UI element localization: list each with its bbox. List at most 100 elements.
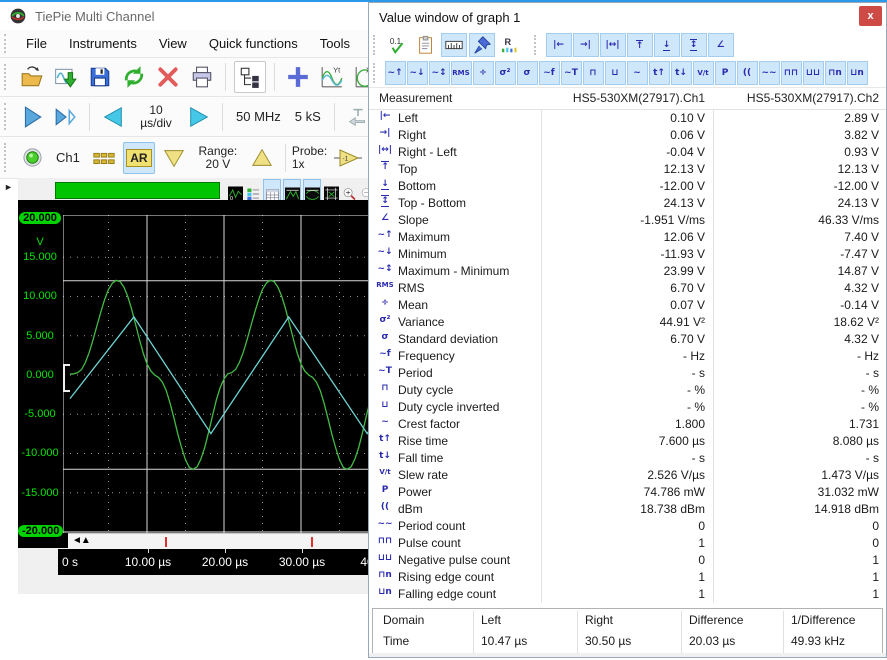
- yt-graph-button[interactable]: Yt: [317, 62, 347, 92]
- measurement-row[interactable]: ⊓Duty cycle- %- %: [369, 382, 886, 399]
- plot-area[interactable]: [63, 215, 370, 533]
- measurement-row[interactable]: ↑Top12.13 V12.13 V: [369, 161, 886, 178]
- add-graph-button[interactable]: [283, 62, 313, 92]
- probe-gain-button[interactable]: -1: [329, 143, 367, 173]
- toggle-dbm-button[interactable]: ((: [737, 61, 758, 85]
- refresh-button[interactable]: [119, 62, 149, 92]
- menu-item-quick-functions[interactable]: Quick functions: [198, 31, 309, 57]
- toolbar-grip[interactable]: [4, 103, 12, 130]
- close-button[interactable]: x: [859, 6, 882, 26]
- toggle-slew-rate-button[interactable]: V/t: [693, 61, 714, 85]
- toggle-rising-edge-count-button[interactable]: ⊓n: [825, 61, 846, 85]
- save-data-button[interactable]: [51, 62, 81, 92]
- toggle-slope-button[interactable]: ∠: [708, 33, 734, 57]
- channel-enabled-led[interactable]: [17, 143, 47, 173]
- decimals-button[interactable]: 0.1: [385, 33, 411, 57]
- measurement-row[interactable]: ~↑Maximum12.06 V7.40 V: [369, 229, 886, 246]
- measurement-row[interactable]: ⊓nRising edge count11: [369, 569, 886, 586]
- menu-item-view[interactable]: View: [148, 31, 198, 57]
- toggle-right-button[interactable]: →|: [573, 33, 599, 57]
- measurement-row[interactable]: ~fFrequency- Hz- Hz: [369, 348, 886, 365]
- pin-button[interactable]: [469, 33, 495, 57]
- measurement-row[interactable]: ~↕Maximum - Minimum23.99 V14.87 V: [369, 263, 886, 280]
- cursor-right-tick[interactable]: [311, 537, 313, 547]
- toggle-period-count-button[interactable]: ~~: [759, 61, 780, 85]
- timebase-decrease-button[interactable]: [98, 102, 128, 132]
- clipboard-button[interactable]: [413, 33, 439, 57]
- toggle-left-button[interactable]: |←: [546, 33, 572, 57]
- toggle-frequency-button[interactable]: ~f: [539, 61, 560, 85]
- measurement-row[interactable]: ~↓Minimum-11.93 V-7.47 V: [369, 246, 886, 263]
- reference-button[interactable]: R: [497, 33, 523, 57]
- measurement-row[interactable]: →|Right0.06 V3.82 V: [369, 127, 886, 144]
- toggle-variance-button[interactable]: σ²: [495, 61, 516, 85]
- toggle-maximum-minimum-button[interactable]: ~↕: [429, 61, 450, 85]
- menubar-grip[interactable]: [4, 34, 12, 53]
- range-decrease-button[interactable]: [159, 143, 189, 173]
- measurement-row[interactable]: ∠Slope-1.951 V/ms46.33 V/ms: [369, 212, 886, 229]
- measurement-row[interactable]: ⊔⊔Negative pulse count01: [369, 552, 886, 569]
- menu-item-file[interactable]: File: [15, 31, 58, 57]
- gate-button[interactable]: [441, 33, 467, 57]
- toggle-standard-deviation-button[interactable]: σ: [517, 61, 538, 85]
- delete-button[interactable]: [153, 62, 183, 92]
- toggle-right-left-button[interactable]: |↔|: [600, 33, 626, 57]
- measurement-row[interactable]: ⊔nFalling edge count11: [369, 586, 886, 603]
- measurement-row[interactable]: ⊓⊓Pulse count10: [369, 535, 886, 552]
- scroll-marker-icon[interactable]: ◄▲: [72, 535, 90, 546]
- toggle-crest-factor-button[interactable]: ~: [627, 61, 648, 85]
- value-window-titlebar[interactable]: Value window of graph 1 x: [369, 3, 886, 31]
- measurement-row[interactable]: σStandard deviation6.70 V4.32 V: [369, 331, 886, 348]
- range-increase-button[interactable]: [247, 143, 277, 173]
- toggle-fall-time-button[interactable]: t↓: [671, 61, 692, 85]
- measurement-row[interactable]: RMSRMS6.70 V4.32 V: [369, 280, 886, 297]
- coupling-button[interactable]: [89, 143, 119, 173]
- toggle-top-bottom-button[interactable]: ↕: [681, 33, 707, 57]
- toolbar-grip[interactable]: [4, 64, 12, 91]
- toggle-duty-cycle-button[interactable]: ⊓: [583, 61, 604, 85]
- start-measurement-button[interactable]: [17, 102, 47, 132]
- measurement-row[interactable]: ~~Period count00: [369, 518, 886, 535]
- toggle-period-button[interactable]: ~T: [561, 61, 582, 85]
- measurement-row[interactable]: t↓Fall time- s- s: [369, 450, 886, 467]
- measurement-row[interactable]: σ²Variance44.91 V²18.62 V²: [369, 314, 886, 331]
- measurement-row[interactable]: PPower74.786 mW31.032 mW: [369, 484, 886, 501]
- toolbar-grip[interactable]: [373, 63, 381, 83]
- one-shot-button[interactable]: [51, 102, 81, 132]
- toggle-bottom-button[interactable]: ↓: [654, 33, 680, 57]
- toggle-mean-button[interactable]: ÷: [473, 61, 494, 85]
- toolbar-grip[interactable]: [4, 143, 12, 172]
- measurement-row[interactable]: ÷Mean0.07 V-0.14 V: [369, 297, 886, 314]
- toggle-minimum-button[interactable]: ~↓: [407, 61, 428, 85]
- toggle-duty-cycle-inverted-button[interactable]: ⊔: [605, 61, 626, 85]
- toolbar-grip[interactable]: [373, 35, 381, 55]
- menu-item-instruments[interactable]: Instruments: [58, 31, 148, 57]
- toolbar-grip[interactable]: [534, 35, 542, 55]
- toggle-top-button[interactable]: ↑: [627, 33, 653, 57]
- panel-expander-icon[interactable]: ►: [4, 182, 13, 192]
- autorange-button[interactable]: AR: [123, 142, 155, 174]
- toggle-rise-time-button[interactable]: t↑: [649, 61, 670, 85]
- toggle-pulse-count-button[interactable]: ⊓⊓: [781, 61, 802, 85]
- toggle-rms-button[interactable]: RMS: [451, 61, 472, 85]
- measurement-row[interactable]: ((dBm18.738 dBm14.918 dBm: [369, 501, 886, 518]
- toggle-negative-pulse-count-button[interactable]: ⊔⊔: [803, 61, 824, 85]
- toggle-power-button[interactable]: P: [715, 61, 736, 85]
- measurement-row[interactable]: V/tSlew rate2.526 V/µs1.473 V/µs: [369, 467, 886, 484]
- graph-title-bar[interactable]: [55, 182, 220, 199]
- open-button[interactable]: [17, 62, 47, 92]
- measurement-row[interactable]: t↑Rise time7.600 µs8.080 µs: [369, 433, 886, 450]
- measurement-row[interactable]: |←Left0.10 V2.89 V: [369, 110, 886, 127]
- object-tree-button[interactable]: [234, 61, 266, 93]
- measurement-row[interactable]: ↕Top - Bottom24.13 V24.13 V: [369, 195, 886, 212]
- menu-item-tools[interactable]: Tools: [309, 31, 361, 57]
- toggle-maximum-button[interactable]: ~↑: [385, 61, 406, 85]
- timebase-increase-button[interactable]: [184, 102, 214, 132]
- measurement-row[interactable]: ⊔Duty cycle inverted- %- %: [369, 399, 886, 416]
- cursor-left-tick[interactable]: [165, 537, 167, 547]
- measurement-row[interactable]: ~Crest factor1.8001.731: [369, 416, 886, 433]
- measurement-row[interactable]: ~TPeriod- s- s: [369, 365, 886, 382]
- save-button[interactable]: [85, 62, 115, 92]
- toggle-falling-edge-count-button[interactable]: ⊔n: [847, 61, 868, 85]
- measurement-row[interactable]: ↓Bottom-12.00 V-12.00 V: [369, 178, 886, 195]
